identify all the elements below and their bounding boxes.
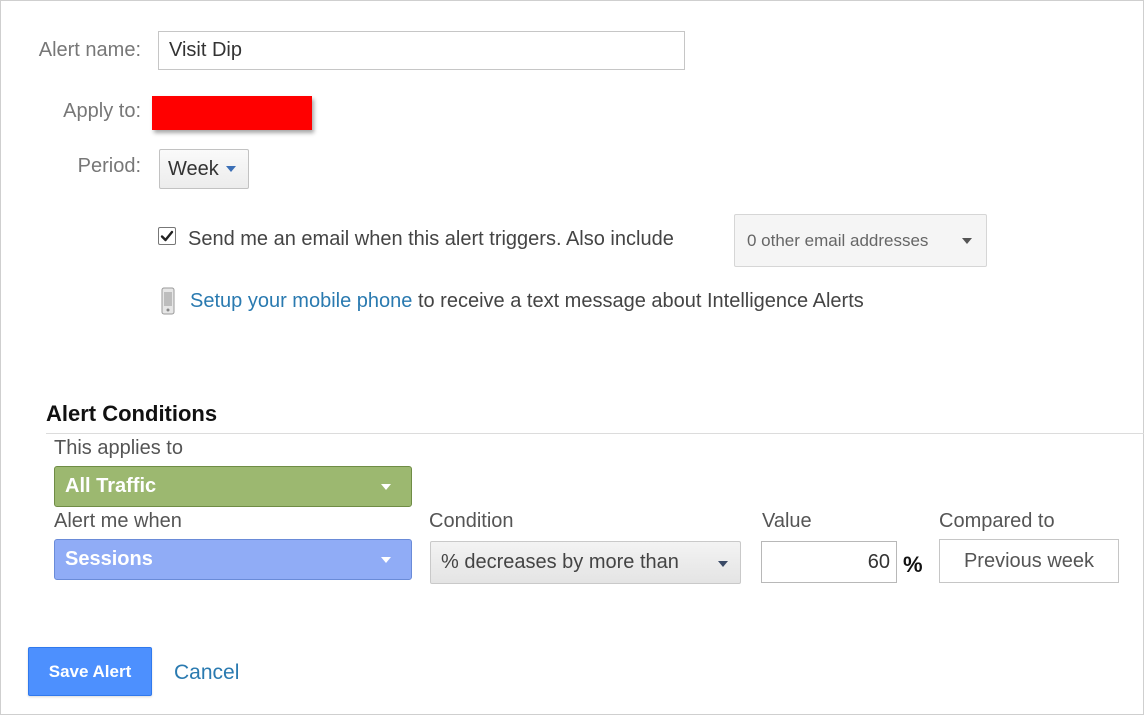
- alert-name-input[interactable]: [158, 31, 685, 70]
- apply-to-label: Apply to:: [63, 100, 141, 122]
- condition-value: % decreases by more than: [441, 551, 679, 573]
- setup-mobile-link[interactable]: Setup your mobile phone: [190, 290, 412, 312]
- condition-label: Condition: [429, 510, 514, 532]
- metric-select[interactable]: Sessions: [54, 539, 412, 580]
- metric-value: Sessions: [65, 548, 153, 570]
- mobile-text: to receive a text message about Intellig…: [417, 290, 864, 312]
- caret-down-icon: [381, 484, 391, 490]
- alert-name-label: Alert name:: [38, 39, 141, 61]
- value-label: Value: [762, 510, 812, 532]
- email-addresses-value: 0 other email addresses: [747, 230, 929, 250]
- caret-down-icon: [225, 166, 236, 172]
- apply-to-redacted-value: [152, 96, 312, 130]
- compared-to-value: Previous week: [963, 549, 1095, 572]
- email-text: Send me an email when this alert trigger…: [188, 228, 674, 250]
- mobile-row: Setup your mobile phone to receive a tex…: [190, 290, 864, 313]
- caret-down-icon: [962, 238, 972, 244]
- alert-conditions-title: Alert Conditions: [46, 401, 218, 426]
- caret-down-icon: [718, 561, 728, 567]
- email-checkbox[interactable]: [158, 227, 176, 245]
- cancel-link[interactable]: Cancel: [174, 661, 239, 685]
- alert-form-panel: Alert name: Apply to: Period: Week Send …: [0, 0, 1144, 715]
- value-input[interactable]: [761, 541, 897, 583]
- alert-me-when-label: Alert me when: [54, 510, 182, 532]
- email-addresses-select[interactable]: 0 other email addresses: [734, 214, 987, 267]
- check-icon: [160, 230, 174, 242]
- compared-to-select[interactable]: Previous week: [939, 539, 1119, 583]
- mobile-phone-icon: [161, 287, 175, 320]
- period-select[interactable]: Week: [159, 149, 249, 189]
- save-alert-button[interactable]: Save Alert: [28, 647, 152, 696]
- applies-to-select[interactable]: All Traffic: [54, 466, 412, 507]
- compared-to-label: Compared to: [939, 510, 1055, 532]
- percent-unit: %: [903, 552, 923, 577]
- period-label: Period:: [77, 155, 141, 177]
- period-select-value: Week: [168, 157, 219, 180]
- applies-to-label: This applies to: [54, 437, 183, 459]
- condition-select[interactable]: % decreases by more than: [430, 541, 741, 584]
- caret-down-icon: [381, 557, 391, 563]
- applies-to-value: All Traffic: [65, 475, 157, 497]
- section-divider: [46, 433, 1144, 434]
